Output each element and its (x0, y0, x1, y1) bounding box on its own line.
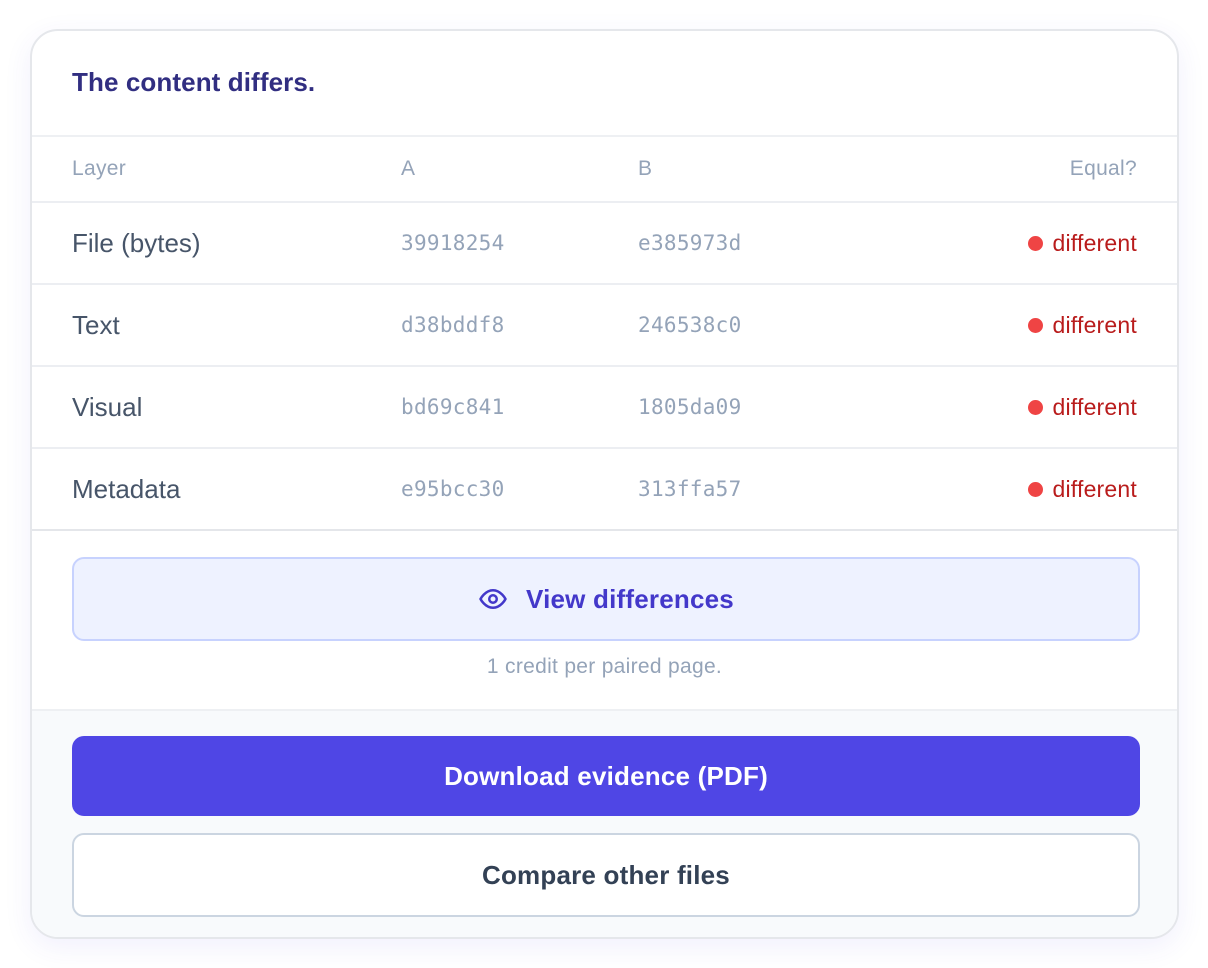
layer-name: Text (72, 309, 120, 340)
hash-b: e385973d (638, 231, 742, 255)
compare-other-files-button[interactable]: Compare other files (72, 833, 1140, 917)
view-differences-label: View differences (526, 583, 734, 614)
column-header-layer: Layer (72, 157, 127, 180)
layer-name: Metadata (72, 473, 181, 504)
card-header: The content differs. (32, 31, 1177, 137)
comparison-result-card: The content differs. Layer A B Equal? Fi… (30, 29, 1179, 939)
hash-b: 1805da09 (638, 395, 742, 419)
download-evidence-button[interactable]: Download evidence (PDF) (72, 736, 1140, 816)
status-badge: different (888, 394, 1137, 421)
credit-note: 1 credit per paired page. (486, 655, 723, 678)
status-text: different (1052, 475, 1137, 502)
status-dot-icon (1027, 481, 1043, 497)
table-row: Metadata e95bcc30 313ffa57 different (32, 449, 1177, 531)
status-text: different (1052, 311, 1137, 338)
status-badge: different (888, 312, 1137, 339)
status-text: different (1052, 229, 1137, 256)
table-row: Text d38bddf8 246538c0 different (32, 285, 1177, 367)
column-header-b: B (638, 157, 653, 180)
table-header: Layer A B Equal? (32, 137, 1177, 203)
layer-name: File (bytes) (72, 227, 201, 258)
status-text: different (1052, 393, 1137, 420)
status-dot-icon (1027, 235, 1043, 251)
view-differences-button[interactable]: View differences (72, 557, 1140, 641)
table-row: Visual bd69c841 1805da09 different (32, 367, 1177, 449)
hash-a: 39918254 (401, 231, 505, 255)
result-title: The content differs. (72, 67, 316, 97)
card-footer: Download evidence (PDF) Compare other fi… (32, 711, 1177, 937)
hash-a: d38bddf8 (401, 313, 505, 337)
hash-b: 246538c0 (638, 313, 742, 337)
hash-a: e95bcc30 (401, 477, 505, 501)
eye-icon (478, 584, 508, 614)
hash-b: 313ffa57 (638, 477, 742, 501)
status-badge: different (888, 230, 1137, 257)
table-row: File (bytes) 39918254 e385973d different (32, 203, 1177, 285)
status-dot-icon (1027, 317, 1043, 333)
column-header-a: A (401, 157, 416, 180)
column-header-equal: Equal? (1069, 157, 1137, 180)
hash-a: bd69c841 (401, 395, 505, 419)
status-badge: different (888, 476, 1137, 503)
status-dot-icon (1027, 399, 1043, 415)
layer-name: Visual (72, 391, 143, 422)
view-differences-section: View differences 1 credit per paired pag… (32, 531, 1177, 711)
